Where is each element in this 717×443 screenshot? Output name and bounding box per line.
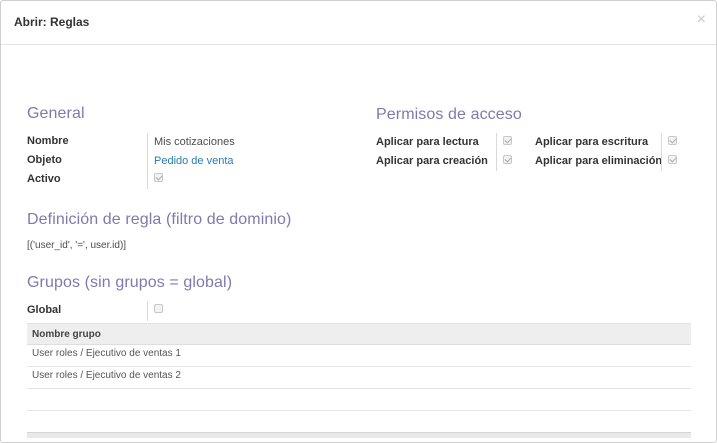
group-name-cell: User roles / Ejecutivo de ventas 1 <box>32 348 181 359</box>
perm-delete-label: Aplicar para eliminación <box>535 155 663 167</box>
name-label: Nombre <box>27 135 69 147</box>
perm-read-checkbox[interactable] <box>503 136 512 145</box>
global-checkbox[interactable] <box>154 304 163 313</box>
perm-write-checkbox[interactable] <box>668 136 677 145</box>
global-label: Global <box>27 304 62 316</box>
active-checkbox[interactable] <box>154 173 163 182</box>
domain-section-title: Definición de regla (filtro de dominio) <box>27 211 292 228</box>
perm-create-label: Aplicar para creación <box>376 155 488 167</box>
model-label: Objeto <box>27 154 62 166</box>
global-separator <box>147 301 148 321</box>
table-row[interactable]: User roles / Ejecutivo de ventas 1 <box>27 345 691 367</box>
groups-table-header: Nombre grupo <box>27 323 691 345</box>
groups-section-title: Grupos (sin grupos = global) <box>27 274 233 291</box>
name-value: Mis cotizaciones <box>154 136 235 148</box>
perm-separator-right <box>661 133 662 171</box>
perm-read-label: Aplicar para lectura <box>376 136 479 148</box>
rule-dialog: Abrir: Reglas × General Nombre Objeto Ac… <box>0 0 717 443</box>
model-link[interactable]: Pedido de venta <box>154 155 234 167</box>
perm-delete-checkbox[interactable] <box>668 155 677 164</box>
group-name-cell: User roles / Ejecutivo de ventas 2 <box>32 370 181 381</box>
access-section-title: Permisos de acceso <box>376 106 522 123</box>
active-label: Activo <box>27 173 61 185</box>
group-name-column-header[interactable]: Nombre grupo <box>32 329 101 340</box>
table-footer <box>27 432 691 438</box>
table-row[interactable]: User roles / Ejecutivo de ventas 2 <box>27 367 691 389</box>
perm-create-checkbox[interactable] <box>503 155 512 164</box>
domain-value: [('user_id', '=', user.id)] <box>27 240 127 251</box>
dialog-header: Abrir: Reglas × <box>1 1 716 45</box>
empty-table-row <box>27 389 691 411</box>
dialog-title: Abrir: Reglas <box>14 15 90 29</box>
perm-write-label: Aplicar para escritura <box>535 136 649 148</box>
perm-separator-left <box>496 133 497 171</box>
close-icon[interactable]: × <box>697 12 706 28</box>
field-separator <box>147 133 148 189</box>
general-section-title: General <box>27 105 85 122</box>
